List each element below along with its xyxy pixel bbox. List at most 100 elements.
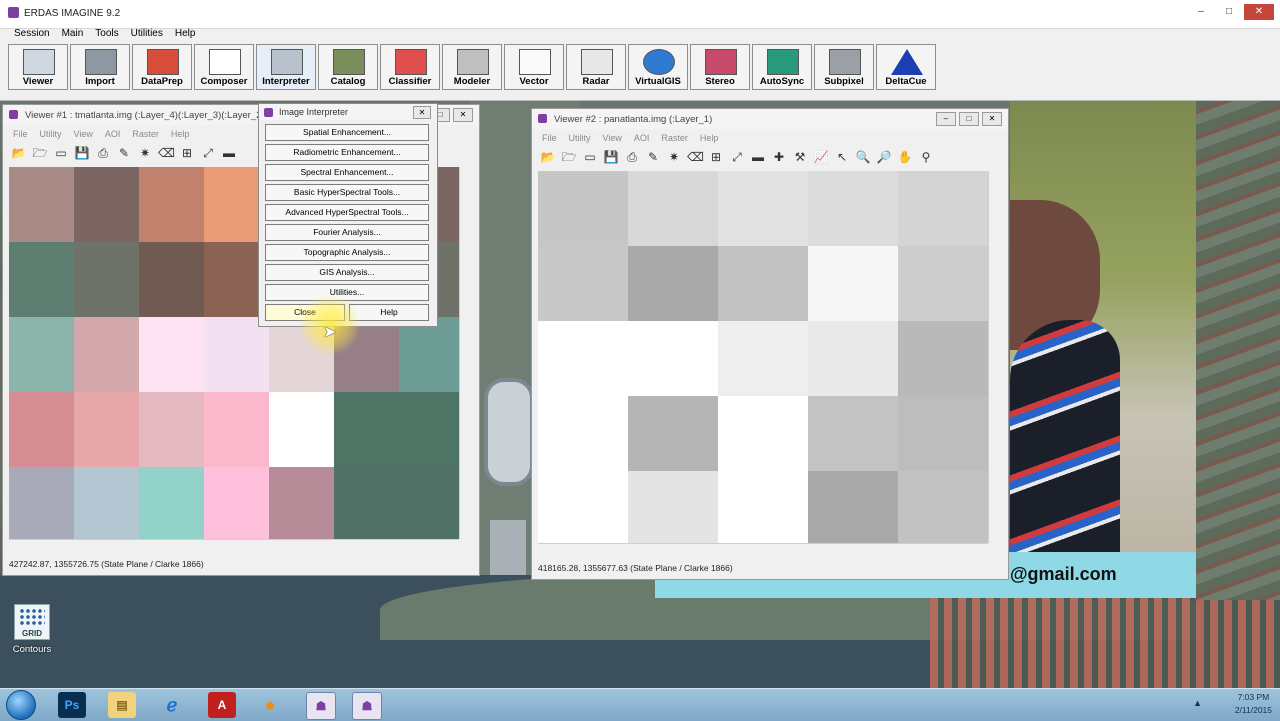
fullscreen-icon[interactable]: ⤢ bbox=[200, 145, 216, 161]
info-icon[interactable]: ✷ bbox=[666, 149, 682, 165]
new-icon[interactable]: ▭ bbox=[53, 145, 69, 161]
viewer-1-horizontal-scrollbar[interactable] bbox=[9, 539, 459, 552]
viewer-1-menu-help[interactable]: Help bbox=[171, 129, 190, 139]
acrobat-taskbar-icon[interactable]: A bbox=[208, 692, 236, 718]
viewer-2-menu-aoi[interactable]: AOI bbox=[634, 133, 650, 143]
erase-icon[interactable]: ✎ bbox=[116, 145, 132, 161]
viewer-2-menu-file[interactable]: File bbox=[542, 133, 557, 143]
menu-help[interactable]: Help bbox=[175, 28, 196, 42]
zoom-out-icon[interactable]: 🔎 bbox=[876, 149, 892, 165]
viewer-1-close-button[interactable]: ✕ bbox=[453, 108, 473, 122]
clear-icon[interactable]: ⌫ bbox=[158, 145, 175, 161]
radar-icon bbox=[581, 49, 613, 75]
save-icon[interactable]: 💾 bbox=[603, 149, 619, 165]
fourier-analysis-button[interactable]: Fourier Analysis... bbox=[265, 224, 429, 241]
menu-session[interactable]: Session bbox=[14, 28, 50, 42]
erase-icon[interactable]: ✎ bbox=[645, 149, 661, 165]
viewer-2-image-canvas[interactable] bbox=[538, 171, 988, 543]
open-icon[interactable]: 📂 bbox=[11, 145, 27, 161]
profile-icon[interactable]: 📈 bbox=[813, 149, 829, 165]
toolbar-autosync-button[interactable]: AutoSync bbox=[752, 44, 812, 90]
viewer-2-minimize-button[interactable]: – bbox=[936, 112, 956, 126]
open-layer-icon[interactable]: 🗁 bbox=[32, 145, 48, 161]
new-icon[interactable]: ▭ bbox=[582, 149, 598, 165]
close-button[interactable]: ✕ bbox=[1244, 4, 1274, 20]
viewer-2-maximize-button[interactable]: □ bbox=[959, 112, 979, 126]
print-icon[interactable]: ⎙ bbox=[624, 149, 640, 165]
toolbar-vector-button[interactable]: Vector bbox=[504, 44, 564, 90]
print-icon[interactable]: ⎙ bbox=[95, 145, 111, 161]
viewer-2-close-button[interactable]: ✕ bbox=[982, 112, 1002, 126]
pan-hand-icon[interactable]: ✋ bbox=[897, 149, 913, 165]
minimize-button[interactable]: – bbox=[1188, 4, 1214, 20]
inquire-icon[interactable]: ⚲ bbox=[918, 149, 934, 165]
open-icon[interactable]: 📂 bbox=[540, 149, 556, 165]
toolbar-interpreter-button[interactable]: Interpreter bbox=[256, 44, 316, 90]
dialog-close-icon[interactable]: ✕ bbox=[413, 106, 431, 119]
file-explorer-taskbar-icon[interactable]: ▤ bbox=[108, 692, 136, 718]
image-pixel bbox=[808, 396, 898, 471]
tray-expand-icon[interactable]: ▲ bbox=[1193, 698, 1202, 708]
menu-tools[interactable]: Tools bbox=[95, 28, 118, 42]
toolbar-deltacue-button[interactable]: DeltaCue bbox=[876, 44, 936, 90]
photoshop-taskbar-icon[interactable]: Ps bbox=[58, 692, 86, 718]
toolbar-classifier-button[interactable]: Classifier bbox=[380, 44, 440, 90]
viewer-2-menu-raster[interactable]: Raster bbox=[661, 133, 688, 143]
viewer-1-vertical-scrollbar[interactable] bbox=[459, 167, 474, 539]
dialog-help-button[interactable]: Help bbox=[349, 304, 429, 321]
viewer-1-menu-aoi[interactable]: AOI bbox=[105, 129, 121, 139]
measure-icon[interactable]: ⚒ bbox=[792, 149, 808, 165]
spectral-enhancement-button[interactable]: Spectral Enhancement... bbox=[265, 164, 429, 181]
toolbar-composer-button[interactable]: Composer bbox=[194, 44, 254, 90]
menu-main[interactable]: Main bbox=[62, 28, 84, 42]
advanced-hyperspectral-tools-button[interactable]: Advanced HyperSpectral Tools... bbox=[265, 204, 429, 221]
erdas-taskbar-icon-2[interactable]: ☗ bbox=[352, 692, 382, 720]
toolbar-virtualgis-button[interactable]: VirtualGIS bbox=[628, 44, 688, 90]
gis-analysis-button[interactable]: GIS Analysis... bbox=[265, 264, 429, 281]
topographic-analysis-button[interactable]: Topographic Analysis... bbox=[265, 244, 429, 261]
viewer-2-menu-help[interactable]: Help bbox=[700, 133, 719, 143]
viewer-2-horizontal-scrollbar[interactable] bbox=[538, 543, 988, 556]
internet-explorer-taskbar-icon[interactable]: ℯ bbox=[158, 692, 186, 718]
toolbar-subpixel-button[interactable]: Subpixel bbox=[814, 44, 874, 90]
toolbar-radar-button[interactable]: Radar bbox=[566, 44, 626, 90]
viewer-2-menu-utility[interactable]: Utility bbox=[569, 133, 591, 143]
viewer-1-menu-utility[interactable]: Utility bbox=[40, 129, 62, 139]
minus-icon[interactable]: ▬ bbox=[221, 145, 237, 161]
media-player-taskbar-icon[interactable]: ● bbox=[256, 692, 284, 718]
start-button-icon[interactable] bbox=[6, 690, 36, 720]
menu-utilities[interactable]: Utilities bbox=[131, 28, 163, 42]
viewer-1-menu-raster[interactable]: Raster bbox=[132, 129, 159, 139]
system-clock[interactable]: 7:03 PM 2/11/2015 bbox=[1235, 691, 1272, 717]
erdas-main-window: ERDAS IMAGINE 9.2 – □ ✕ Session Main Too… bbox=[0, 0, 1280, 101]
basic-hyperspectral-tools-button[interactable]: Basic HyperSpectral Tools... bbox=[265, 184, 429, 201]
toolbar-import-button[interactable]: Import bbox=[70, 44, 130, 90]
minus-icon[interactable]: ▬ bbox=[750, 149, 766, 165]
fullscreen-icon[interactable]: ⤢ bbox=[729, 149, 745, 165]
save-icon[interactable]: 💾 bbox=[74, 145, 90, 161]
spatial-enhancement-button[interactable]: Spatial Enhancement... bbox=[265, 124, 429, 141]
clear-icon[interactable]: ⌫ bbox=[687, 149, 704, 165]
fit-icon[interactable]: ⊞ bbox=[708, 149, 724, 165]
erdas-taskbar-icon-1[interactable]: ☗ bbox=[306, 692, 336, 720]
open-layer-icon[interactable]: 🗁 bbox=[561, 149, 577, 165]
viewer-1-menu-file[interactable]: File bbox=[13, 129, 28, 139]
toolbar-viewer-button[interactable]: Viewer bbox=[8, 44, 68, 90]
viewer-2-menu-view[interactable]: View bbox=[603, 133, 622, 143]
maximize-button[interactable]: □ bbox=[1216, 4, 1242, 20]
plus-icon[interactable]: ✚ bbox=[771, 149, 787, 165]
info-icon[interactable]: ✷ bbox=[137, 145, 153, 161]
fit-icon[interactable]: ⊞ bbox=[179, 145, 195, 161]
zoom-in-icon[interactable]: 🔍 bbox=[855, 149, 871, 165]
select-arrow-icon[interactable]: ↖ bbox=[834, 149, 850, 165]
toolbar-catalog-button[interactable]: Catalog bbox=[318, 44, 378, 90]
viewer-2-vertical-scrollbar[interactable] bbox=[988, 171, 1003, 543]
contours-desktop-icon[interactable]: GRID bbox=[14, 604, 50, 640]
toolbar-stereo-button[interactable]: Stereo bbox=[690, 44, 750, 90]
toolbar-dataprep-button[interactable]: DataPrep bbox=[132, 44, 192, 90]
viewer-1-menu-view[interactable]: View bbox=[74, 129, 93, 139]
toolbar-modeler-button[interactable]: Modeler bbox=[442, 44, 502, 90]
radiometric-enhancement-button[interactable]: Radiometric Enhancement... bbox=[265, 144, 429, 161]
viewer-icon bbox=[538, 114, 547, 123]
utilities-button[interactable]: Utilities... bbox=[265, 284, 429, 301]
